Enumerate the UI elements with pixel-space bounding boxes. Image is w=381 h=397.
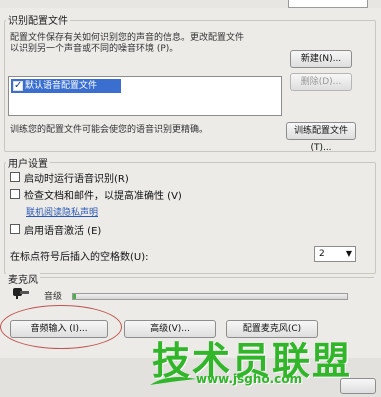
microphone-title: 麦克风 — [6, 271, 40, 286]
mic-level-meter — [72, 293, 348, 300]
microphone-divider — [30, 277, 374, 278]
profile-item-default[interactable]: 默认语音配置文件 — [11, 79, 121, 93]
profile-item-label: 默认语音配置文件 — [25, 81, 98, 91]
spaces-count-select[interactable]: 2 ▼ — [314, 246, 356, 262]
privacy-statement-link[interactable]: 联机阅读隐私声明 — [26, 205, 98, 218]
voice-activation-checkbox[interactable] — [10, 224, 20, 234]
leaf-logo-icon — [150, 377, 196, 385]
train-description: 训练您的配置文件可能会使您的语音识别更精确。 — [10, 125, 209, 135]
startup-run-label[interactable]: 启动时运行语音识别(R) — [24, 170, 129, 185]
profile-checkbox[interactable] — [13, 79, 23, 93]
mic-level-fill — [73, 294, 76, 299]
spaces-after-punctuation-label: 在标点符号后插入的空格数(U): — [10, 252, 149, 263]
watermark-url: www.jsgho.com — [196, 372, 303, 386]
chevron-down-icon: ▼ — [345, 249, 352, 258]
spaces-count-value: 2 — [319, 249, 325, 259]
train-profile-button[interactable]: 训练配置文件(T)... — [286, 122, 356, 153]
user-settings-title: 用户设置 — [6, 155, 50, 170]
mic-level-label: 音级 — [44, 292, 63, 302]
review-documents-checkbox[interactable] — [10, 189, 20, 199]
annotation-ellipse — [0, 305, 122, 349]
top-text-field[interactable] — [288, 0, 368, 8]
microphone-icon — [13, 288, 29, 299]
profile-list[interactable]: 默认语音配置文件 — [8, 76, 282, 116]
review-documents-label[interactable]: 检查文档和邮件，以提高准确性 (V) — [24, 187, 182, 202]
profile-description-line2: 以识别另一个声音或不同的噪音环境 (P)。 — [10, 44, 179, 54]
startup-run-checkbox[interactable] — [10, 172, 20, 182]
delete-profile-button[interactable]: 删除(D)... — [290, 73, 352, 91]
new-profile-button[interactable]: 新建(N)... — [290, 50, 352, 68]
voice-activation-label[interactable]: 启用语音激活 (E) — [24, 222, 101, 237]
recognition-profiles-title: 识别配置文件 — [6, 12, 70, 27]
